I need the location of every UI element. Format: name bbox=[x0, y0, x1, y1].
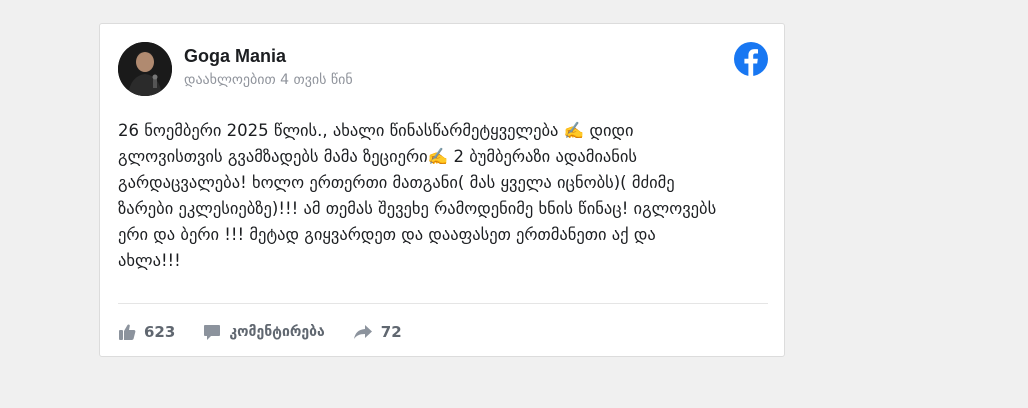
author-name[interactable]: Goga Mania bbox=[184, 46, 286, 67]
comment-label: კომენტირება bbox=[229, 324, 325, 340]
avatar-image bbox=[118, 42, 172, 96]
post-text: 26 ნოემბერი 2025 წლის., ახალი წინასწარმე… bbox=[118, 121, 717, 270]
avatar[interactable] bbox=[118, 42, 172, 96]
post-actions: 623 კომენტირება 72 bbox=[118, 320, 430, 344]
share-button[interactable]: 72 bbox=[353, 323, 402, 341]
likes-count: 623 bbox=[144, 323, 176, 341]
comment-button[interactable]: კომენტირება bbox=[203, 323, 325, 341]
post-timestamp[interactable]: დაახლოებით 4 თვის წინ bbox=[184, 72, 353, 88]
divider bbox=[118, 303, 768, 304]
post-header: Goga Mania დაახლოებით 4 თვის წინ bbox=[118, 42, 768, 98]
like-button[interactable]: 623 bbox=[118, 323, 175, 341]
facebook-post-card: Goga Mania დაახლოებით 4 თვის წინ 26 ნოემ… bbox=[99, 23, 785, 357]
comment-icon bbox=[204, 325, 221, 340]
shares-count: 72 bbox=[380, 323, 402, 341]
thumbs-up-icon bbox=[119, 324, 136, 340]
share-arrow-icon bbox=[353, 325, 372, 339]
facebook-icon[interactable] bbox=[734, 42, 768, 76]
